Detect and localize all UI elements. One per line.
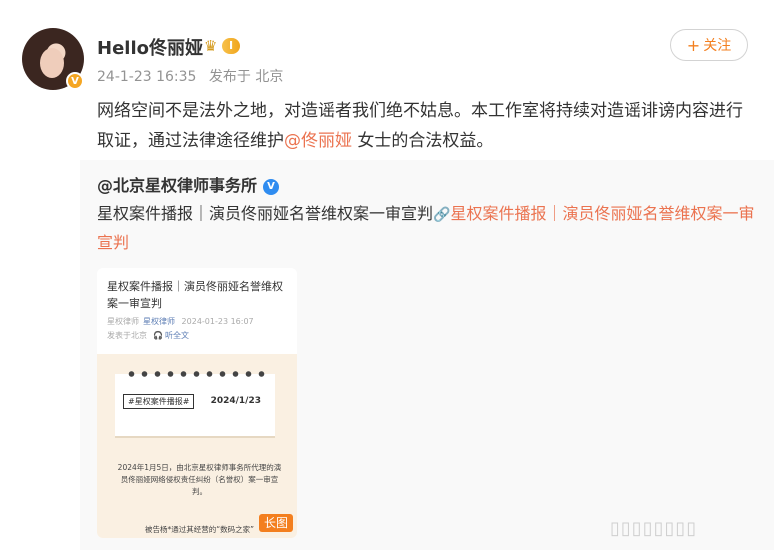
post-source: 发布于 北京 — [208, 69, 284, 85]
long-image-badge: 长图 — [258, 514, 293, 532]
card-illustration: #星权案件播报# 2024/1/23 2024年1月5日，由北京星权律师事务所代… — [97, 354, 297, 538]
post-text-tail: 女士的合法权益。 — [352, 131, 494, 151]
repost-author[interactable]: @北京星权律师事务所 V — [97, 172, 280, 196]
crown-icon: ♛ — [204, 37, 218, 55]
card-location: 发表于北京 — [107, 331, 147, 340]
mention-link[interactable]: @佟丽娅 — [284, 131, 352, 151]
card-meta-location: 发表于北京 🎧 听全文 — [107, 330, 189, 341]
card-meta-author: 星权律师 星权律师 2024-01-23 16:07 — [107, 316, 254, 327]
username[interactable]: Hello佟丽娅 — [97, 34, 203, 60]
watermark: ▯▯▯▯▯▯▯▯ — [610, 518, 698, 539]
card-tag: #星权案件播报# — [123, 394, 195, 409]
post-meta: 24-1-23 16:35 发布于 北京 — [97, 66, 283, 86]
repost-panel[interactable]: @北京星权律师事务所 V 星权案件播报｜演员佟丽娅名誉维权案一审宣判🔗星权案件播报… — [80, 160, 774, 550]
card-listen: 听全文 — [164, 331, 189, 340]
notebook-rings — [125, 368, 265, 380]
card-body-text: 2024年1月5日，由北京星权律师事务所代理的演员佟丽娅网络侵权责任纠纷（名誉权… — [117, 463, 282, 496]
repost-body: 星权案件播报｜演员佟丽娅名誉维权案一审宣判 — [97, 204, 434, 223]
card-foot-text: 被告杨*通过其经营的“数码之家” — [144, 525, 255, 534]
post-time[interactable]: 24-1-23 16:35 — [97, 69, 196, 85]
card-date: 2024/1/23 — [210, 396, 261, 406]
article-card[interactable]: 星权案件播报｜演员佟丽娅名誉维权案一审宣判 星权律师 星权律师 2024-01-2… — [97, 268, 297, 538]
verified-v-icon: V — [66, 72, 84, 90]
card-time: 2024-01-23 16:07 — [181, 317, 254, 326]
card-account: 星权律师 — [143, 317, 175, 326]
follow-button[interactable]: + 关注 — [670, 29, 748, 61]
link-icon: 🔗 — [433, 207, 451, 223]
card-title: 星权案件播报｜演员佟丽娅名誉维权案一审宣判 — [107, 280, 283, 310]
card-author: 星权律师 — [107, 317, 139, 326]
notebook-graphic: #星权案件播报# 2024/1/23 — [115, 368, 275, 436]
level-badge[interactable]: I — [222, 38, 241, 54]
repost-text: 星权案件播报｜演员佟丽娅名誉维权案一审宣判🔗星权案件播报｜演员佟丽娅名誉维权案一… — [97, 200, 757, 257]
follow-label: 关注 — [703, 38, 732, 54]
listen-icon: 🎧 — [153, 331, 163, 340]
post-text: 网络空间不是法外之地，对造谣者我们绝不姑息。本工作室将持续对造谣诽谤内容进行取证… — [97, 96, 757, 156]
plus-icon: + — [686, 35, 701, 55]
repost-author-name[interactable]: @北京星权律师事务所 — [97, 176, 257, 195]
blue-verified-icon: V — [263, 178, 280, 195]
